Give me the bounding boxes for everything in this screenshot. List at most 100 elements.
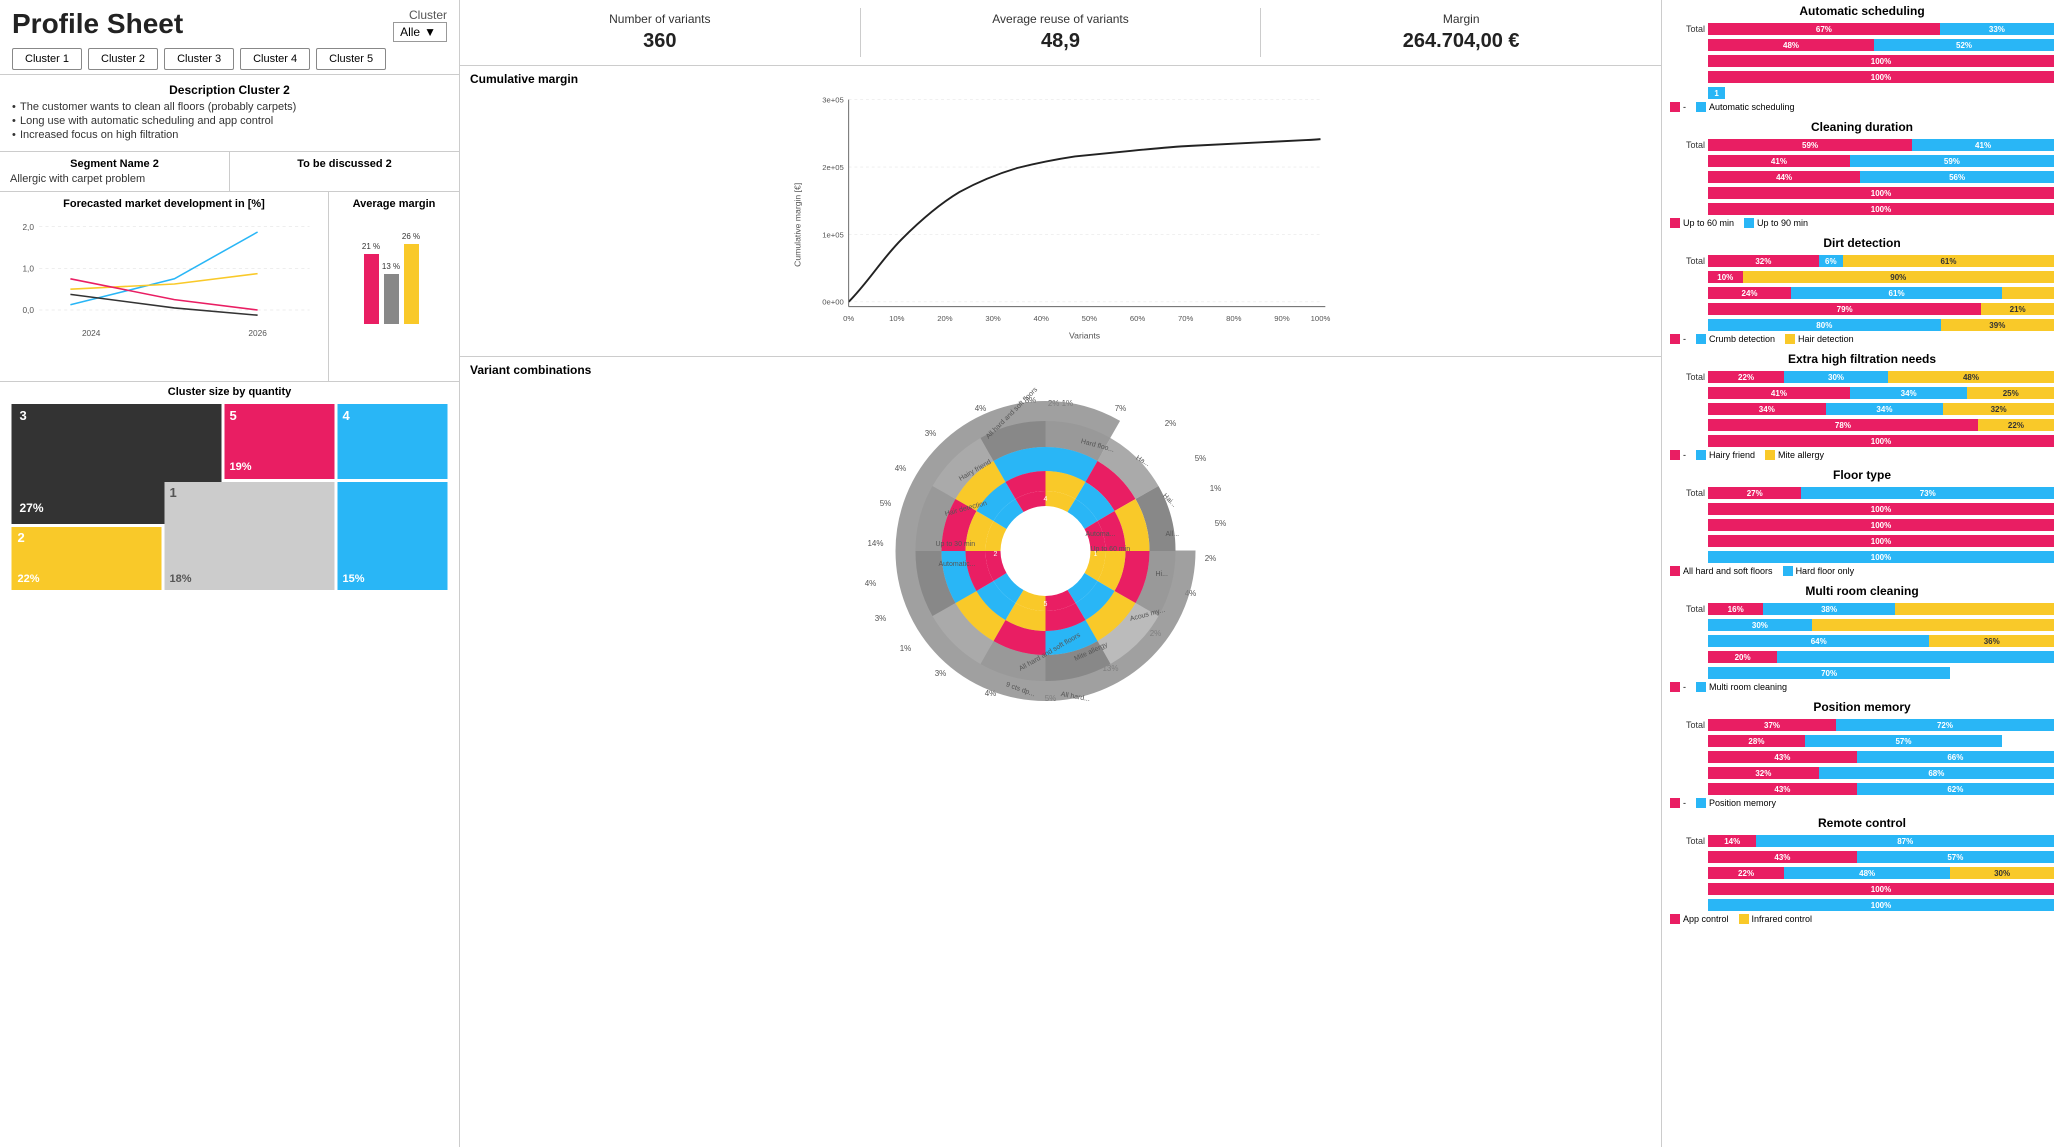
legend-color	[1696, 450, 1706, 460]
legend-label: -	[1683, 798, 1686, 808]
svg-text:21 %: 21 %	[362, 242, 380, 251]
extra-filtration-bars: Total 22% 30% 48% 41% 34% 25%	[1670, 370, 2054, 460]
svg-text:3: 3	[20, 408, 27, 423]
bar-label: Total	[1670, 720, 1708, 730]
forecast-title: Forecasted market development in [%]	[8, 198, 320, 210]
bar-segment: 41%	[1708, 387, 1850, 399]
legend-color	[1670, 798, 1680, 808]
bar-bars: 27% 73%	[1708, 487, 2054, 499]
legend-color	[1670, 566, 1680, 576]
svg-text:Cumulative margin [€]: Cumulative margin [€]	[793, 183, 803, 267]
cluster-btn-2[interactable]: Cluster 2	[88, 48, 158, 70]
bar-segment: 10%	[1708, 271, 1743, 283]
bar-row: 100%	[1670, 550, 2054, 564]
cluster-btn-3[interactable]: Cluster 3	[164, 48, 234, 70]
bar-bars: 30%	[1708, 619, 2054, 631]
bar-segment: 30%	[1708, 619, 1812, 631]
avg-margin-svg: 21 % 13 % 26 %	[337, 214, 451, 344]
bar-segment	[1812, 619, 2054, 631]
bar-segment: 78%	[1708, 419, 1978, 431]
legend-color	[1696, 102, 1706, 112]
legend-item: -	[1670, 798, 1686, 808]
bar-bars: 22% 48% 30%	[1708, 867, 2054, 879]
bar-segment: 79%	[1708, 303, 1981, 315]
cumulative-section: Cumulative margin Cumulative margin [€] …	[460, 66, 1661, 357]
cleaning-duration-bars: Total 59% 41% 41% 59% 44%	[1670, 138, 2054, 228]
svg-text:27%: 27%	[20, 501, 44, 515]
dirt-detection-bars: Total 32% 6% 61% 10% 90%	[1670, 254, 2054, 344]
segment-name-label: Segment Name 2	[10, 158, 219, 170]
segment-cell-discuss: To be discussed 2	[230, 152, 459, 191]
bar-bars: 100%	[1708, 187, 2054, 199]
extra-filtration-title: Extra high filtration needs	[1670, 352, 2054, 366]
svg-text:Up to 30 min: Up to 30 min	[936, 541, 976, 548]
bar-bars: 100%	[1708, 883, 2054, 895]
bar-segment: 34%	[1850, 387, 1968, 399]
legend-color	[1765, 450, 1775, 460]
bar-row: 20%	[1670, 650, 2054, 664]
bar-legend: - Crumb detection Hair detection	[1670, 334, 2054, 344]
bar-bars: 44% 56%	[1708, 171, 2054, 183]
bar-segment: 16%	[1708, 603, 1763, 615]
bar-segment: 61%	[1791, 287, 2002, 299]
legend-item: Up to 60 min	[1670, 218, 1734, 228]
bar-row: 100%	[1670, 534, 2054, 548]
reuse-value: 48,9	[871, 30, 1251, 53]
chart-group-cleaning-duration: Cleaning duration Total 59% 41% 41% 59%	[1670, 120, 2054, 228]
chart-group-auto-scheduling: Automatic scheduling Total 67% 33% 48% 5…	[1670, 4, 2054, 112]
svg-text:0%: 0%	[843, 314, 854, 323]
bar-bars: 41% 34% 25%	[1708, 387, 2054, 399]
chart-group-floor-type: Floor type Total 27% 73% 100%	[1670, 468, 2054, 576]
bar-bars: 100%	[1708, 203, 2054, 215]
cluster-label: Cluster	[409, 8, 447, 22]
bar-bars: 16% 38%	[1708, 603, 2054, 615]
bar-segment: 56%	[1860, 171, 2054, 183]
legend-label: Infrared control	[1752, 914, 1813, 924]
svg-text:13 %: 13 %	[382, 262, 400, 271]
treemap-container: 3 27% 5 19% 4 2 22% 1 18%	[0, 402, 459, 592]
bar-segment: 72%	[1836, 719, 2054, 731]
svg-text:4%: 4%	[975, 404, 987, 413]
svg-text:2%: 2%	[1165, 419, 1177, 428]
bar-label: Total	[1670, 372, 1708, 382]
bar-segment: 44%	[1708, 171, 1860, 183]
cluster-btn-5[interactable]: Cluster 5	[316, 48, 386, 70]
segment-discuss-label: To be discussed 2	[240, 158, 449, 170]
bar-row: 100%	[1670, 502, 2054, 516]
bar-segment: 6%	[1819, 255, 1843, 267]
bar-segment: 30%	[1950, 867, 2054, 879]
svg-text:4%: 4%	[895, 464, 907, 473]
description-item-1: The customer wants to clean all floors (…	[12, 101, 447, 113]
bar-segment: 100%	[1708, 203, 2054, 215]
bar-segment: 21%	[1981, 303, 2054, 315]
svg-text:0e+00: 0e+00	[822, 298, 844, 307]
dirt-detection-title: Dirt detection	[1670, 236, 2054, 250]
multi-room-bars: Total 16% 38% 30%	[1670, 602, 2054, 692]
cluster-dropdown[interactable]: Alle ▼	[393, 22, 447, 42]
bar-bars: 20%	[1708, 651, 2054, 663]
legend-label: All hard and soft floors	[1683, 566, 1773, 576]
svg-text:4%: 4%	[865, 579, 877, 588]
avg-margin-section: Average margin 21 % 13 % 26 %	[329, 192, 459, 381]
bar-bars: 100%	[1708, 71, 2054, 83]
bar-bars: 100%	[1708, 899, 2054, 911]
legend-color	[1670, 450, 1680, 460]
cumulative-svg: Cumulative margin [€] 3e+05 2e+05 1e+05 …	[470, 90, 1651, 350]
bar-segment: 61%	[1843, 255, 2054, 267]
bar-row: 43% 62%	[1670, 782, 2054, 796]
margin-label: Margin	[1271, 12, 1651, 26]
legend-label: Position memory	[1709, 798, 1776, 808]
cluster-btn-4[interactable]: Cluster 4	[240, 48, 310, 70]
bar-label: Total	[1670, 24, 1708, 34]
cluster-btn-1[interactable]: Cluster 1	[12, 48, 82, 70]
bar-bars: 100%	[1708, 435, 2054, 447]
bar-row: Total 14% 87%	[1670, 834, 2054, 848]
svg-text:26 %: 26 %	[402, 232, 420, 241]
bar-row: 32% 68%	[1670, 766, 2054, 780]
bar-row: 24% 61%	[1670, 286, 2054, 300]
forecast-svg: 2,0 1,0 0,0 2024 2026	[8, 214, 320, 354]
bar-bars: 67% 33%	[1708, 23, 2054, 35]
stat-cell-margin: Margin 264.704,00 €	[1261, 8, 1661, 57]
bar-segment: 48%	[1888, 371, 2054, 383]
bar-segment: 48%	[1708, 39, 1874, 51]
